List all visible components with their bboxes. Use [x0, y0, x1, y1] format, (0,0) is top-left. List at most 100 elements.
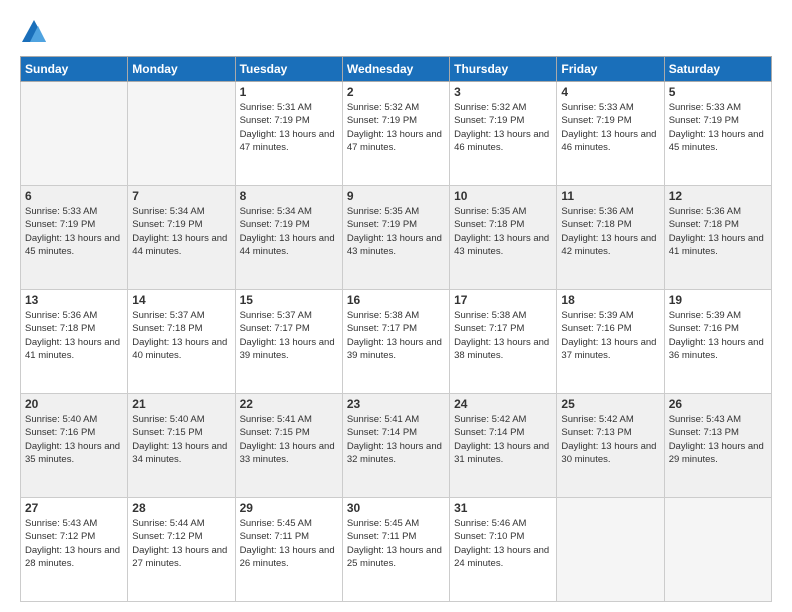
calendar-cell: [21, 82, 128, 186]
day-number: 6: [25, 189, 123, 203]
day-header-monday: Monday: [128, 57, 235, 82]
day-info: Sunrise: 5:37 AMSunset: 7:17 PMDaylight:…: [240, 309, 338, 362]
day-info: Sunrise: 5:39 AMSunset: 7:16 PMDaylight:…: [561, 309, 659, 362]
calendar-cell: [557, 498, 664, 602]
page: SundayMondayTuesdayWednesdayThursdayFrid…: [0, 0, 792, 612]
day-info: Sunrise: 5:38 AMSunset: 7:17 PMDaylight:…: [454, 309, 552, 362]
day-number: 30: [347, 501, 445, 515]
calendar-cell: 15 Sunrise: 5:37 AMSunset: 7:17 PMDayligh…: [235, 290, 342, 394]
day-number: 24: [454, 397, 552, 411]
day-info: Sunrise: 5:42 AMSunset: 7:14 PMDaylight:…: [454, 413, 552, 466]
day-info: Sunrise: 5:45 AMSunset: 7:11 PMDaylight:…: [240, 517, 338, 570]
day-info: Sunrise: 5:33 AMSunset: 7:19 PMDaylight:…: [669, 101, 767, 154]
calendar-cell: 27 Sunrise: 5:43 AMSunset: 7:12 PMDayligh…: [21, 498, 128, 602]
calendar-cell: [664, 498, 771, 602]
day-header-wednesday: Wednesday: [342, 57, 449, 82]
day-number: 29: [240, 501, 338, 515]
calendar-cell: 28 Sunrise: 5:44 AMSunset: 7:12 PMDayligh…: [128, 498, 235, 602]
calendar-week-row: 1 Sunrise: 5:31 AMSunset: 7:19 PMDaylight…: [21, 82, 772, 186]
day-info: Sunrise: 5:35 AMSunset: 7:18 PMDaylight:…: [454, 205, 552, 258]
day-info: Sunrise: 5:44 AMSunset: 7:12 PMDaylight:…: [132, 517, 230, 570]
day-header-sunday: Sunday: [21, 57, 128, 82]
day-number: 17: [454, 293, 552, 307]
calendar-week-row: 27 Sunrise: 5:43 AMSunset: 7:12 PMDayligh…: [21, 498, 772, 602]
day-number: 13: [25, 293, 123, 307]
day-header-tuesday: Tuesday: [235, 57, 342, 82]
calendar-cell: 24 Sunrise: 5:42 AMSunset: 7:14 PMDayligh…: [450, 394, 557, 498]
calendar-table: SundayMondayTuesdayWednesdayThursdayFrid…: [20, 56, 772, 602]
calendar-header-row: SundayMondayTuesdayWednesdayThursdayFrid…: [21, 57, 772, 82]
logo-icon: [20, 18, 48, 46]
day-info: Sunrise: 5:41 AMSunset: 7:14 PMDaylight:…: [347, 413, 445, 466]
day-number: 31: [454, 501, 552, 515]
day-info: Sunrise: 5:36 AMSunset: 7:18 PMDaylight:…: [669, 205, 767, 258]
calendar-cell: 12 Sunrise: 5:36 AMSunset: 7:18 PMDayligh…: [664, 186, 771, 290]
calendar-cell: 29 Sunrise: 5:45 AMSunset: 7:11 PMDayligh…: [235, 498, 342, 602]
day-number: 23: [347, 397, 445, 411]
day-info: Sunrise: 5:34 AMSunset: 7:19 PMDaylight:…: [240, 205, 338, 258]
calendar-cell: 26 Sunrise: 5:43 AMSunset: 7:13 PMDayligh…: [664, 394, 771, 498]
day-info: Sunrise: 5:32 AMSunset: 7:19 PMDaylight:…: [347, 101, 445, 154]
day-number: 19: [669, 293, 767, 307]
calendar-cell: 11Sunrise: 5:36 AMSunset: 7:18 PMDayligh…: [557, 186, 664, 290]
day-info: Sunrise: 5:33 AMSunset: 7:19 PMDaylight:…: [561, 101, 659, 154]
day-number: 4: [561, 85, 659, 99]
calendar-cell: 10 Sunrise: 5:35 AMSunset: 7:18 PMDayligh…: [450, 186, 557, 290]
day-info: Sunrise: 5:34 AMSunset: 7:19 PMDaylight:…: [132, 205, 230, 258]
calendar-week-row: 20 Sunrise: 5:40 AMSunset: 7:16 PMDayligh…: [21, 394, 772, 498]
day-info: Sunrise: 5:38 AMSunset: 7:17 PMDaylight:…: [347, 309, 445, 362]
calendar-cell: 17 Sunrise: 5:38 AMSunset: 7:17 PMDayligh…: [450, 290, 557, 394]
logo: [20, 18, 52, 46]
day-info: Sunrise: 5:40 AMSunset: 7:15 PMDaylight:…: [132, 413, 230, 466]
day-number: 16: [347, 293, 445, 307]
calendar-cell: 6 Sunrise: 5:33 AMSunset: 7:19 PMDaylight…: [21, 186, 128, 290]
day-number: 25: [561, 397, 659, 411]
calendar-cell: 30 Sunrise: 5:45 AMSunset: 7:11 PMDayligh…: [342, 498, 449, 602]
day-header-thursday: Thursday: [450, 57, 557, 82]
day-info: Sunrise: 5:46 AMSunset: 7:10 PMDaylight:…: [454, 517, 552, 570]
day-info: Sunrise: 5:43 AMSunset: 7:13 PMDaylight:…: [669, 413, 767, 466]
header: [20, 18, 772, 46]
day-number: 14: [132, 293, 230, 307]
day-info: Sunrise: 5:33 AMSunset: 7:19 PMDaylight:…: [25, 205, 123, 258]
day-info: Sunrise: 5:45 AMSunset: 7:11 PMDaylight:…: [347, 517, 445, 570]
calendar-cell: 3 Sunrise: 5:32 AMSunset: 7:19 PMDaylight…: [450, 82, 557, 186]
day-number: 15: [240, 293, 338, 307]
day-info: Sunrise: 5:32 AMSunset: 7:19 PMDaylight:…: [454, 101, 552, 154]
day-header-friday: Friday: [557, 57, 664, 82]
calendar-cell: 5Sunrise: 5:33 AMSunset: 7:19 PMDaylight…: [664, 82, 771, 186]
day-number: 8: [240, 189, 338, 203]
calendar-week-row: 13Sunrise: 5:36 AMSunset: 7:18 PMDayligh…: [21, 290, 772, 394]
day-info: Sunrise: 5:35 AMSunset: 7:19 PMDaylight:…: [347, 205, 445, 258]
day-number: 1: [240, 85, 338, 99]
calendar-cell: 1 Sunrise: 5:31 AMSunset: 7:19 PMDaylight…: [235, 82, 342, 186]
day-number: 18: [561, 293, 659, 307]
calendar-cell: 19Sunrise: 5:39 AMSunset: 7:16 PMDayligh…: [664, 290, 771, 394]
calendar-cell: 21Sunrise: 5:40 AMSunset: 7:15 PMDayligh…: [128, 394, 235, 498]
day-number: 20: [25, 397, 123, 411]
day-number: 2: [347, 85, 445, 99]
day-number: 26: [669, 397, 767, 411]
day-number: 10: [454, 189, 552, 203]
day-info: Sunrise: 5:43 AMSunset: 7:12 PMDaylight:…: [25, 517, 123, 570]
day-number: 28: [132, 501, 230, 515]
calendar-cell: 16 Sunrise: 5:38 AMSunset: 7:17 PMDayligh…: [342, 290, 449, 394]
day-info: Sunrise: 5:42 AMSunset: 7:13 PMDaylight:…: [561, 413, 659, 466]
calendar-cell: 4 Sunrise: 5:33 AMSunset: 7:19 PMDaylight…: [557, 82, 664, 186]
calendar-cell: 9Sunrise: 5:35 AMSunset: 7:19 PMDaylight…: [342, 186, 449, 290]
calendar-cell: 25 Sunrise: 5:42 AMSunset: 7:13 PMDayligh…: [557, 394, 664, 498]
day-number: 7: [132, 189, 230, 203]
calendar-cell: 13Sunrise: 5:36 AMSunset: 7:18 PMDayligh…: [21, 290, 128, 394]
day-number: 27: [25, 501, 123, 515]
day-info: Sunrise: 5:36 AMSunset: 7:18 PMDaylight:…: [561, 205, 659, 258]
calendar-week-row: 6 Sunrise: 5:33 AMSunset: 7:19 PMDaylight…: [21, 186, 772, 290]
day-info: Sunrise: 5:41 AMSunset: 7:15 PMDaylight:…: [240, 413, 338, 466]
calendar-cell: 14Sunrise: 5:37 AMSunset: 7:18 PMDayligh…: [128, 290, 235, 394]
day-info: Sunrise: 5:40 AMSunset: 7:16 PMDaylight:…: [25, 413, 123, 466]
calendar-cell: 8 Sunrise: 5:34 AMSunset: 7:19 PMDaylight…: [235, 186, 342, 290]
calendar-cell: 31 Sunrise: 5:46 AMSunset: 7:10 PMDayligh…: [450, 498, 557, 602]
day-header-saturday: Saturday: [664, 57, 771, 82]
day-info: Sunrise: 5:31 AMSunset: 7:19 PMDaylight:…: [240, 101, 338, 154]
day-number: 12: [669, 189, 767, 203]
day-number: 3: [454, 85, 552, 99]
